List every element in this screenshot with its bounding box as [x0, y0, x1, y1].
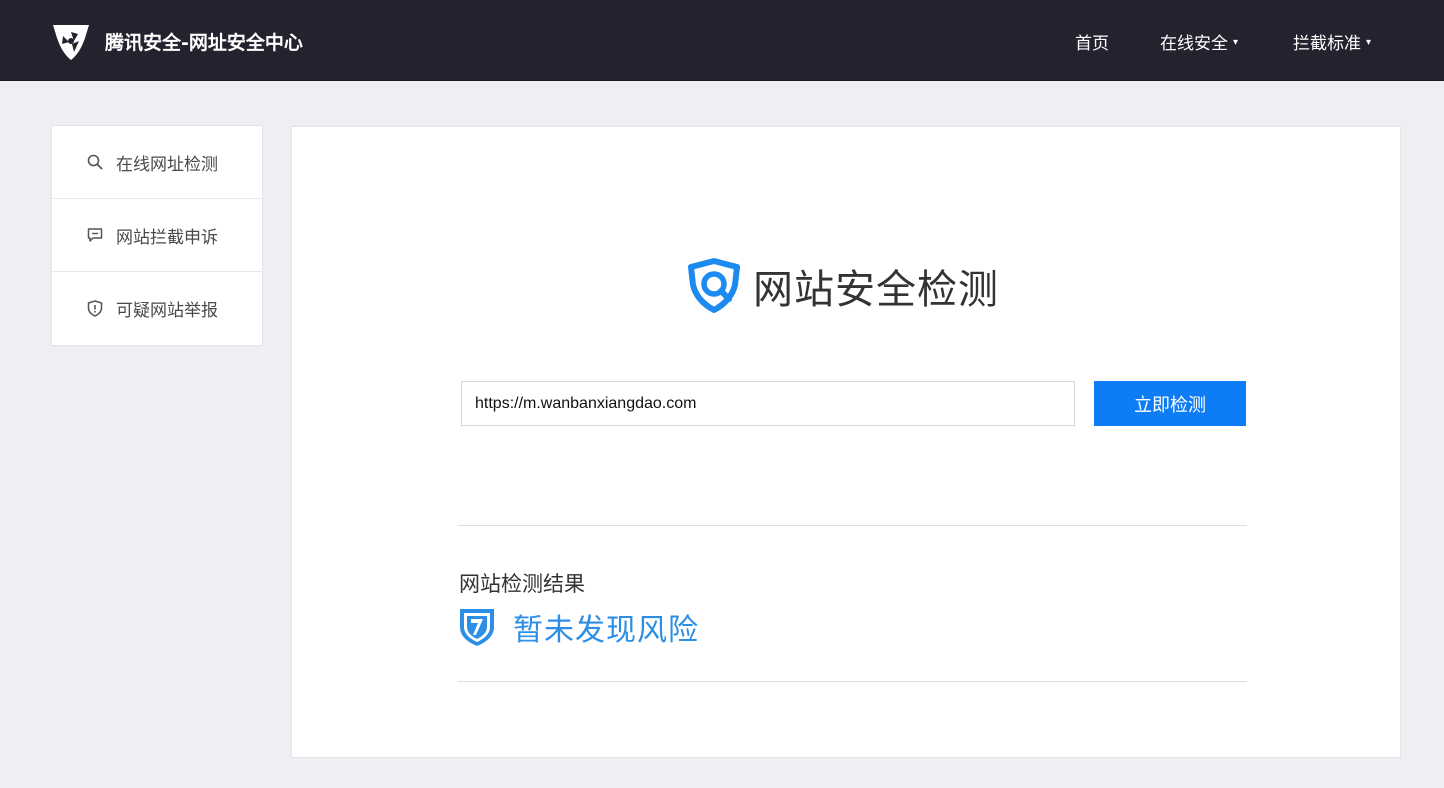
hero-header: 网站安全检测: [685, 257, 999, 315]
nav-home-label: 首页: [1075, 34, 1109, 54]
page-title: 网站安全检测: [753, 267, 999, 313]
sidebar-item-appeal[interactable]: 网站拦截申诉: [52, 199, 262, 272]
check-now-button[interactable]: 立即检测: [1094, 381, 1246, 426]
caret-down-icon: ▾: [1233, 37, 1239, 48]
main-panel: 网站安全检测 立即检测 网站检测结果 暂未发现风险: [291, 126, 1401, 758]
result-status-row: 暂未发现风险: [458, 605, 699, 649]
brand[interactable]: 腾讯安全-网址安全中心: [50, 20, 303, 62]
tencent-security-logo-icon: [50, 20, 92, 62]
sidebar-item-label: 可疑网站举报: [116, 301, 218, 321]
sidebar-item-label: 在线网址检测: [116, 154, 218, 175]
divider: [458, 681, 1247, 682]
divider: [458, 525, 1247, 526]
result-heading: 网站检测结果: [459, 572, 585, 596]
shield-alert-icon: [86, 300, 104, 318]
nav-online-security[interactable]: 在线安全 ▾: [1160, 29, 1238, 54]
nav-block-standards[interactable]: 拦截标准 ▾: [1293, 29, 1371, 54]
result-status: 暂未发现风险: [513, 613, 699, 648]
safe-shield-icon: [458, 607, 496, 647]
nav-online-security-label: 在线安全: [1160, 34, 1228, 54]
caret-down-icon: ▾: [1366, 37, 1372, 48]
sidebar-item-report[interactable]: 可疑网站举报: [52, 272, 262, 345]
nav-home[interactable]: 首页: [1075, 29, 1109, 54]
top-navigation-bar: 腾讯安全-网址安全中心 首页 在线安全 ▾ 拦截标准 ▾: [0, 0, 1444, 81]
url-input[interactable]: [461, 381, 1075, 426]
sidebar-item-url-check[interactable]: 在线网址检测: [52, 126, 262, 199]
sidebar-item-label: 网站拦截申诉: [116, 227, 218, 248]
sidebar: 在线网址检测 网站拦截申诉 可疑网站举报: [51, 125, 263, 346]
shield-search-icon: [685, 257, 743, 315]
message-icon: [86, 226, 104, 244]
search-icon: [86, 153, 104, 171]
site-title: 腾讯安全-网址安全中心: [105, 31, 303, 54]
nav-block-standards-label: 拦截标准: [1293, 34, 1361, 54]
